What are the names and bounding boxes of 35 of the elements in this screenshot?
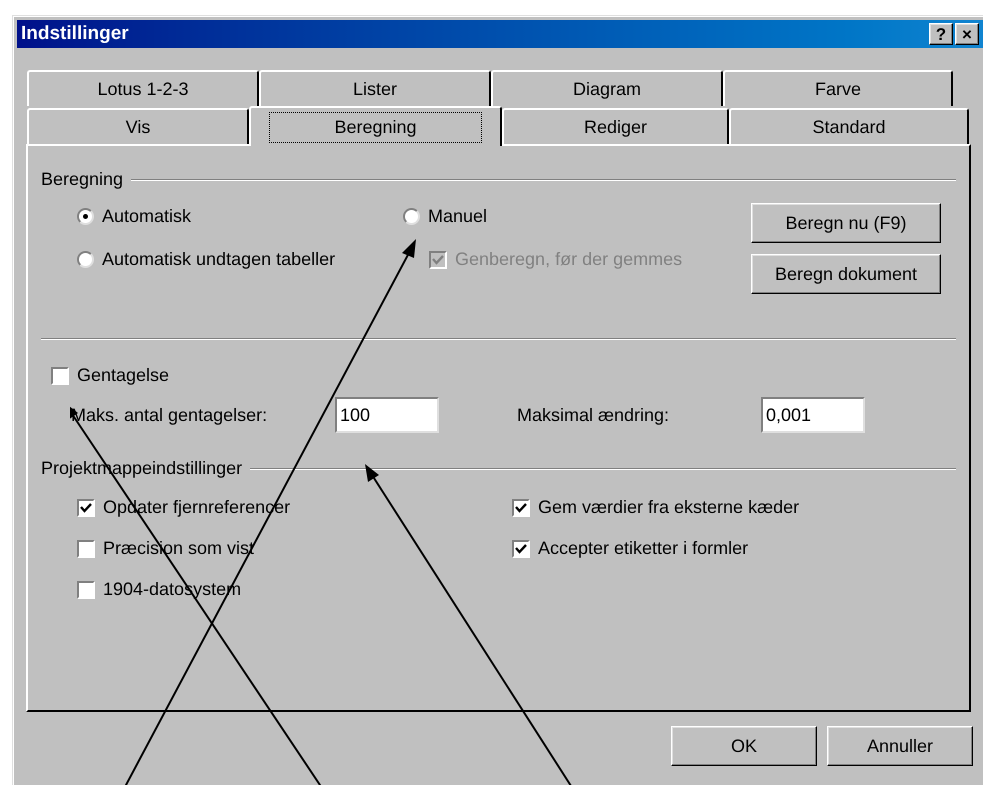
tab[interactable]: Vis — [27, 108, 249, 144]
tab[interactable]: Lotus 1-2-3 — [27, 70, 259, 106]
checkbox[interactable] — [512, 540, 530, 558]
group-label: Beregning — [41, 168, 124, 191]
radio-button[interactable] — [403, 208, 420, 225]
checkbox[interactable] — [77, 580, 95, 598]
help-button[interactable]: ? — [929, 23, 953, 45]
radio-label: Manuel — [428, 205, 488, 228]
checkbox-label: Genberegn, før der gemmes — [455, 248, 682, 271]
field-label: Maksimal ændring: — [517, 404, 670, 427]
window-title: Indstillinger — [21, 22, 130, 46]
close-button[interactable]: × — [955, 23, 979, 45]
checkbox[interactable] — [77, 498, 95, 516]
calculate-button[interactable]: Beregn dokument — [751, 254, 941, 294]
radio-button[interactable] — [77, 208, 94, 225]
ok-button[interactable]: OK — [671, 726, 817, 766]
checkbox-label: Gentagelse — [77, 364, 170, 387]
checkbox-label: Accepter etiketter i formler — [538, 537, 748, 560]
checkbox[interactable] — [512, 498, 530, 516]
checkbox-label: Gem værdier fra eksterne kæder — [538, 496, 800, 519]
checkbox[interactable] — [77, 540, 95, 558]
input-field[interactable]: 0,001 — [761, 397, 865, 433]
radio-button[interactable] — [77, 251, 94, 268]
tab[interactable]: Diagram — [491, 70, 723, 106]
radio-label: Automatisk undtagen tabeller — [102, 248, 336, 271]
cancel-button[interactable]: Annuller — [827, 726, 973, 766]
input-field[interactable]: 100 — [335, 397, 439, 433]
tab[interactable]: Lister — [259, 70, 491, 106]
radio-label: Automatisk — [102, 205, 192, 228]
tab[interactable]: Farve — [723, 70, 953, 106]
checkbox[interactable] — [51, 366, 69, 384]
tab[interactable]: Standard — [729, 108, 969, 144]
calculate-button[interactable]: Beregn nu (F9) — [751, 203, 941, 243]
tab[interactable]: Beregning — [249, 106, 502, 146]
tab[interactable]: Rediger — [502, 108, 729, 144]
